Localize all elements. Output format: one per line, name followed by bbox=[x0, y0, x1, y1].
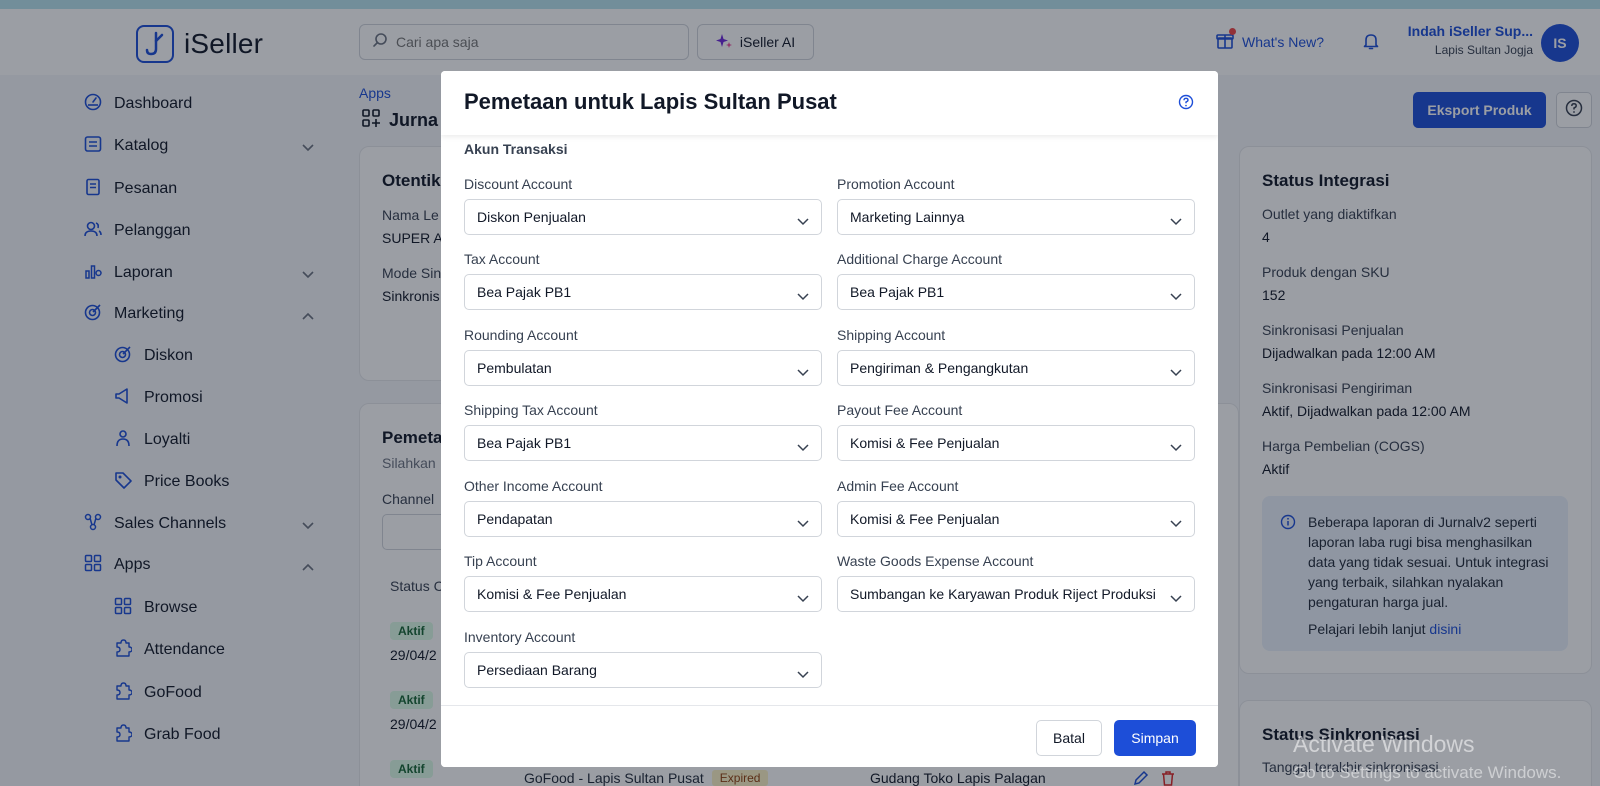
inventory-account-select[interactable]: Persediaan Barang bbox=[464, 652, 822, 688]
modal-header: Pemetaan untuk Lapis Sultan Pusat bbox=[441, 71, 1218, 135]
mapping-modal: Pemetaan untuk Lapis Sultan Pusat Akun T… bbox=[441, 71, 1218, 767]
admin-fee-account-label: Admin Fee Account bbox=[837, 478, 959, 494]
os-activation-watermark-sub: Go to Settings to activate Windows. bbox=[1293, 763, 1562, 782]
payout-fee-account-select[interactable]: Komisi & Fee Penjualan bbox=[837, 425, 1195, 461]
other-income-account-label: Other Income Account bbox=[464, 478, 603, 494]
tip-account-label: Tip Account bbox=[464, 553, 537, 569]
rounding-account-select[interactable]: Pembulatan bbox=[464, 350, 822, 386]
payout-fee-account-label: Payout Fee Account bbox=[837, 402, 963, 418]
chevron-down-icon bbox=[1170, 590, 1182, 606]
modal-footer: Batal Simpan bbox=[441, 705, 1218, 767]
additional-charge-account-select[interactable]: Bea Pajak PB1 bbox=[837, 274, 1195, 310]
other-income-account-select[interactable]: Pendapatan bbox=[464, 501, 822, 537]
discount-account-label: Discount Account bbox=[464, 176, 573, 192]
promotion-account-select[interactable]: Marketing Lainnya bbox=[837, 199, 1195, 235]
discount-account-select[interactable]: Diskon Penjualan bbox=[464, 199, 822, 235]
chevron-down-icon bbox=[1170, 515, 1182, 531]
additional-charge-account-label: Additional Charge Account bbox=[837, 251, 1002, 267]
tax-account-label: Tax Account bbox=[464, 251, 540, 267]
help-icon[interactable] bbox=[1178, 94, 1194, 115]
rounding-account-label: Rounding Account bbox=[464, 327, 578, 343]
inventory-account-label: Inventory Account bbox=[464, 629, 576, 645]
chevron-down-icon bbox=[797, 288, 809, 304]
section-label: Akun Transaksi bbox=[464, 141, 568, 157]
chevron-down-icon bbox=[797, 666, 809, 682]
shipping-account-label: Shipping Account bbox=[837, 327, 946, 343]
promotion-account-label: Promotion Account bbox=[837, 176, 955, 192]
os-activation-watermark: Activate Windows bbox=[1293, 731, 1475, 757]
tip-account-select[interactable]: Komisi & Fee Penjualan bbox=[464, 576, 822, 612]
chevron-down-icon bbox=[1170, 439, 1182, 455]
waste-goods-expense-account-label: Waste Goods Expense Account bbox=[837, 553, 1034, 569]
chevron-down-icon bbox=[1170, 213, 1182, 229]
tax-account-select[interactable]: Bea Pajak PB1 bbox=[464, 274, 822, 310]
chevron-down-icon bbox=[1170, 288, 1182, 304]
save-button[interactable]: Simpan bbox=[1114, 720, 1196, 756]
chevron-down-icon bbox=[797, 515, 809, 531]
waste-goods-expense-account-select[interactable]: Sumbangan ke Karyawan Produk Riject Prod… bbox=[837, 576, 1195, 612]
shipping-account-select[interactable]: Pengiriman & Pengangkutan bbox=[837, 350, 1195, 386]
chevron-down-icon bbox=[797, 213, 809, 229]
cancel-button[interactable]: Batal bbox=[1036, 720, 1102, 756]
chevron-down-icon bbox=[797, 439, 809, 455]
chevron-down-icon bbox=[797, 590, 809, 606]
shipping-tax-account-select[interactable]: Bea Pajak PB1 bbox=[464, 425, 822, 461]
modal-title: Pemetaan untuk Lapis Sultan Pusat bbox=[464, 89, 837, 114]
shipping-tax-account-label: Shipping Tax Account bbox=[464, 402, 598, 418]
admin-fee-account-select[interactable]: Komisi & Fee Penjualan bbox=[837, 501, 1195, 537]
chevron-down-icon bbox=[797, 364, 809, 380]
chevron-down-icon bbox=[1170, 364, 1182, 380]
